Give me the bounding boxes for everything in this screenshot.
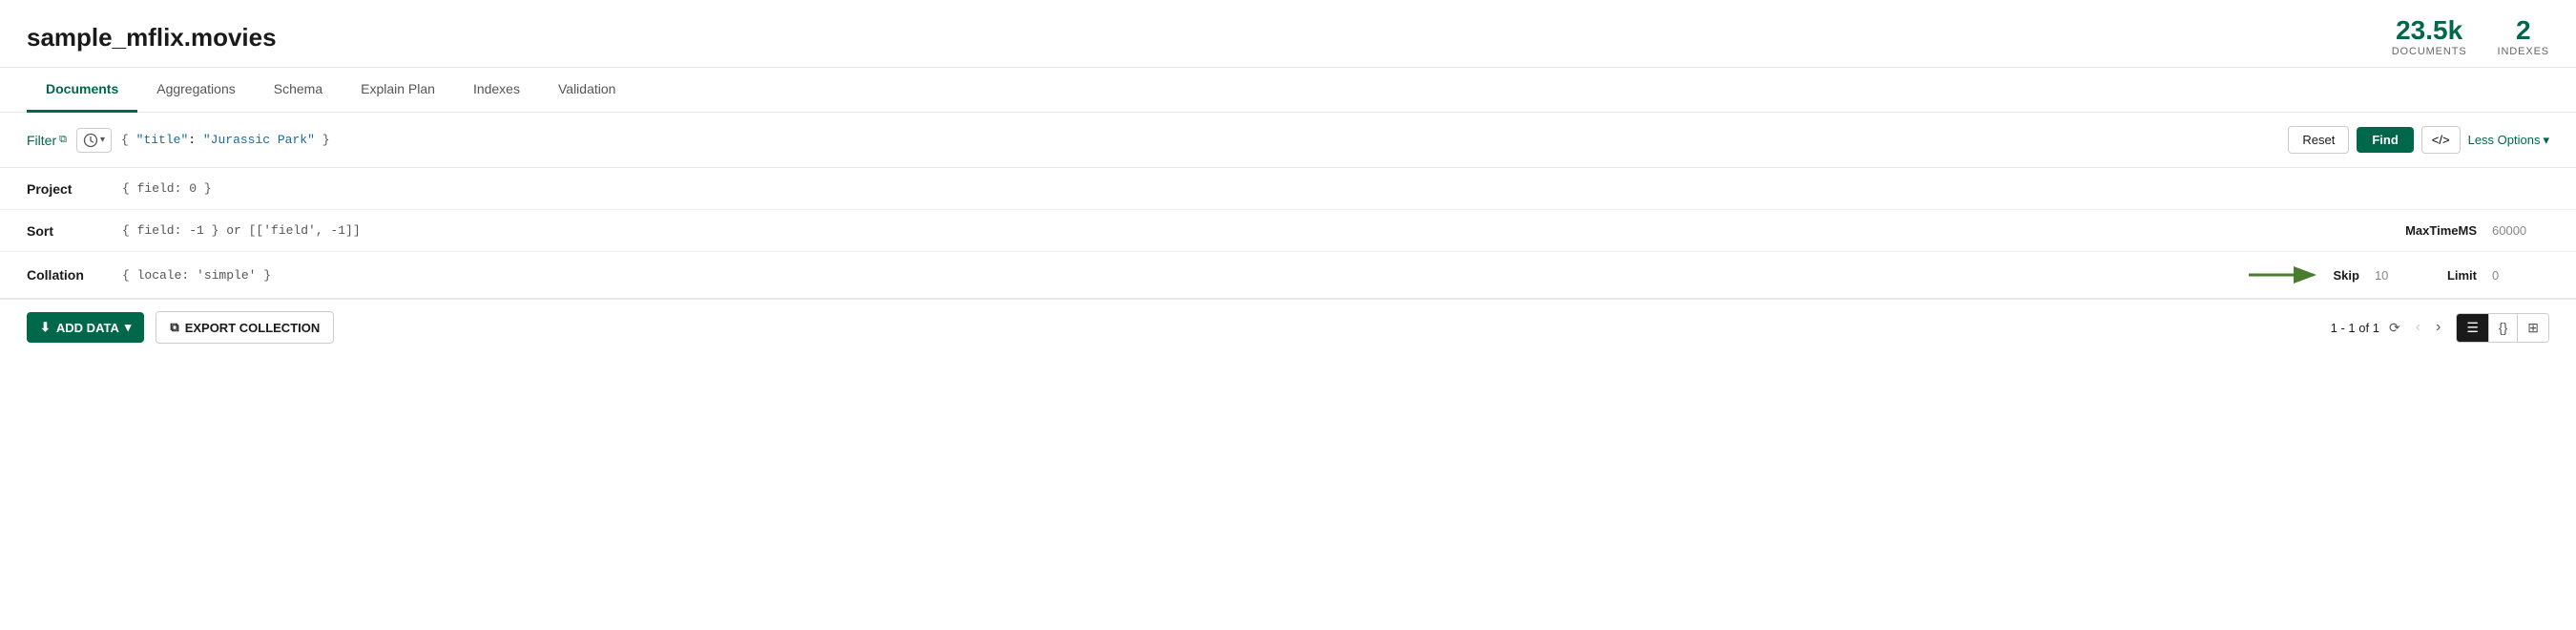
bottom-bar: ⬇ ADD DATA ▾ ⧉ EXPORT COLLECTION 1 - 1 o… xyxy=(0,299,2576,355)
export-button[interactable]: ⧉ EXPORT COLLECTION xyxy=(156,311,334,344)
collation-label: Collation xyxy=(27,267,122,283)
code-button[interactable]: </> xyxy=(2421,126,2461,154)
less-options-label: Less Options xyxy=(2468,133,2541,147)
add-data-button[interactable]: ⬇ ADD DATA ▾ xyxy=(27,312,144,343)
clock-chevron-icon: ▾ xyxy=(100,135,105,145)
project-value[interactable]: { field: 0 } xyxy=(122,181,2549,196)
indexes-stat: 2 INDEXES xyxy=(2498,17,2549,57)
reset-button[interactable]: Reset xyxy=(2288,126,2349,154)
limit-label: Limit xyxy=(2447,268,2477,283)
top-bar: sample_mflix.movies 23.5k DOCUMENTS 2 IN… xyxy=(0,0,2576,68)
stats-panel: 23.5k DOCUMENTS 2 INDEXES xyxy=(2392,17,2549,57)
pagination: 1 - 1 of 1 ⟳ ‹ › ☰ {} ⊞ xyxy=(2331,313,2549,343)
page-nav: ‹ › xyxy=(2410,317,2447,338)
tab-validation[interactable]: Validation xyxy=(539,68,634,113)
tab-aggregations[interactable]: Aggregations xyxy=(137,68,255,113)
collation-row: Collation { locale: 'simple' } Skip 10 L… xyxy=(0,252,2576,298)
next-page-button[interactable]: › xyxy=(2430,317,2446,338)
upload-icon: ⬇ xyxy=(40,320,51,335)
less-options-chevron-icon: ▾ xyxy=(2543,133,2549,148)
project-row: Project { field: 0 } xyxy=(0,168,2576,210)
documents-count: 23.5k xyxy=(2392,17,2467,44)
refresh-icon[interactable]: ⟳ xyxy=(2389,320,2400,336)
tabs-bar: Documents Aggregations Schema Explain Pl… xyxy=(0,68,2576,113)
toolbar-right: Reset Find </> Less Options ▾ xyxy=(2288,126,2549,154)
filter-ext-icon: ⧉ xyxy=(59,134,67,146)
collection-title: sample_mflix.movies xyxy=(27,23,277,52)
view-buttons: ☰ {} ⊞ xyxy=(2456,313,2549,343)
filter-label[interactable]: Filter⧉ xyxy=(27,133,67,148)
tab-schema[interactable]: Schema xyxy=(255,68,342,113)
documents-label: DOCUMENTS xyxy=(2392,46,2467,57)
limit-value[interactable]: 0 xyxy=(2492,268,2549,283)
documents-stat: 23.5k DOCUMENTS xyxy=(2392,17,2467,57)
less-options-button[interactable]: Less Options ▾ xyxy=(2468,133,2549,148)
add-data-chevron-icon: ▾ xyxy=(125,320,132,335)
collection-name: .movies xyxy=(184,23,277,52)
db-name: sample_mflix xyxy=(27,23,184,52)
table-view-button[interactable]: ⊞ xyxy=(2518,314,2548,342)
skip-label: Skip xyxy=(2333,268,2358,283)
sort-value[interactable]: { field: -1 } or [['field', -1]] xyxy=(122,223,2405,238)
clock-icon xyxy=(83,133,98,148)
skip-arrow xyxy=(2249,262,2325,288)
add-data-label: ADD DATA xyxy=(56,321,119,335)
maxtimems-value[interactable]: 60000 xyxy=(2492,223,2549,238)
sort-label: Sort xyxy=(27,223,122,239)
sort-right: MaxTimeMS 60000 xyxy=(2405,223,2549,238)
options-rows: Project { field: 0 } Sort { field: -1 } … xyxy=(0,168,2576,299)
page-info: 1 - 1 of 1 xyxy=(2331,321,2379,335)
export-icon: ⧉ xyxy=(170,320,178,335)
indexes-label: INDEXES xyxy=(2498,46,2549,57)
maxtimems-label: MaxTimeMS xyxy=(2405,223,2477,238)
tab-indexes[interactable]: Indexes xyxy=(454,68,539,113)
filter-history-button[interactable]: ▾ xyxy=(76,128,112,153)
collation-value[interactable]: { locale: 'simple' } xyxy=(122,268,2249,283)
tab-documents[interactable]: Documents xyxy=(27,68,137,113)
list-view-button[interactable]: ☰ xyxy=(2457,314,2489,342)
prev-page-button[interactable]: ‹ xyxy=(2410,317,2426,338)
filter-bar: Filter⧉ ▾ { "title": "Jurassic Park" } R… xyxy=(0,113,2576,168)
project-label: Project xyxy=(27,181,122,197)
export-label: EXPORT COLLECTION xyxy=(185,321,321,335)
right-arrow-icon xyxy=(2249,262,2325,288)
skip-value[interactable]: 10 xyxy=(2375,268,2432,283)
indexes-count: 2 xyxy=(2498,17,2549,44)
sort-row: Sort { field: -1 } or [['field', -1]] Ma… xyxy=(0,210,2576,252)
find-button[interactable]: Find xyxy=(2357,127,2413,153)
tab-explain-plan[interactable]: Explain Plan xyxy=(342,68,454,113)
filter-code-display[interactable]: { "title": "Jurassic Park" } xyxy=(121,133,2278,147)
collation-right: Skip 10 Limit 0 xyxy=(2333,268,2549,283)
json-view-button[interactable]: {} xyxy=(2489,314,2518,342)
